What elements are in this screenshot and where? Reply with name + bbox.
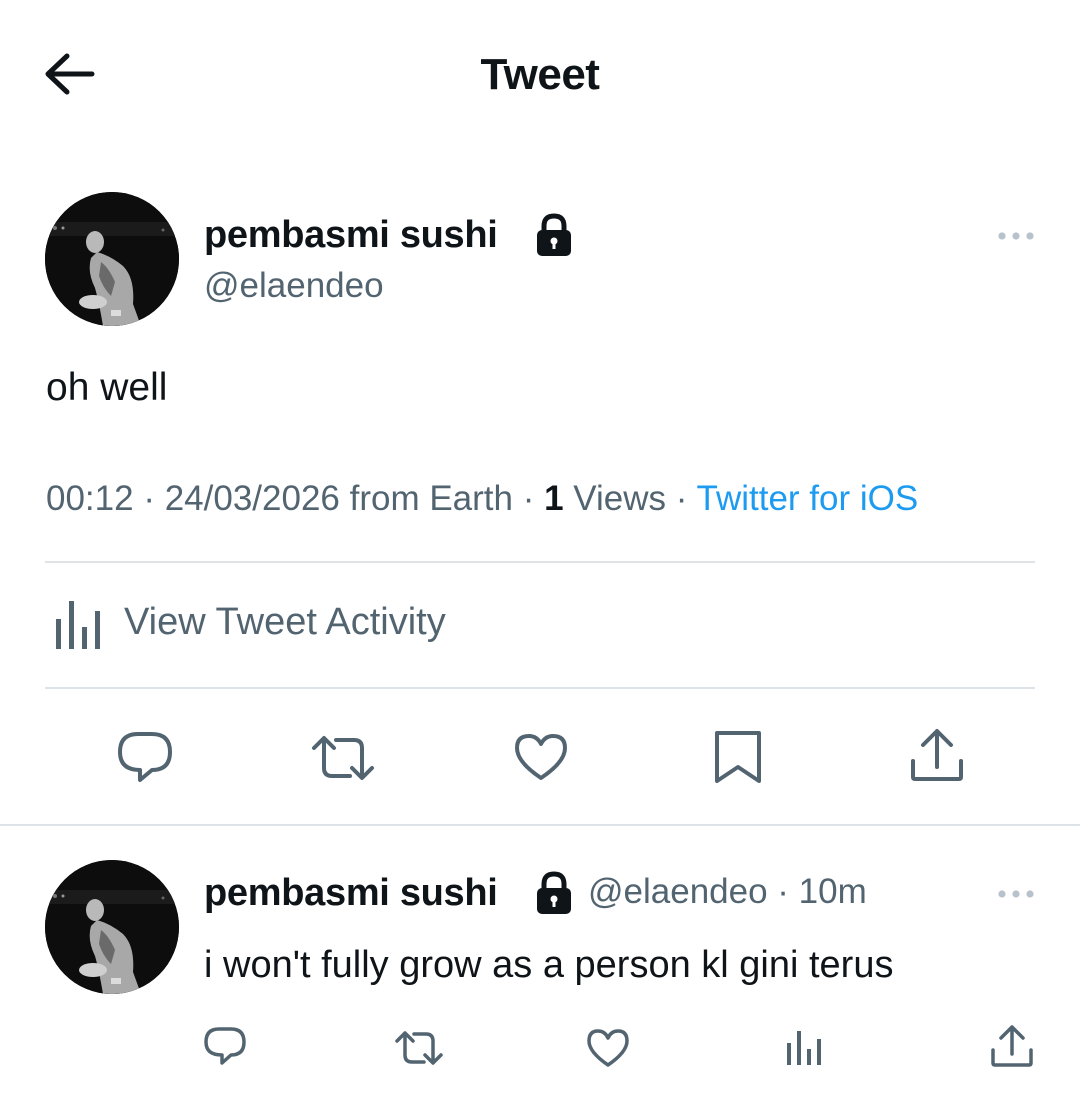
views-button[interactable]: [786, 1029, 824, 1067]
views-label: Views: [563, 479, 667, 518]
reply-author-name[interactable]: pembasmi sushi: [204, 872, 498, 915]
lock-icon: [535, 213, 573, 257]
more-horizontal-icon: [998, 890, 1034, 898]
page-title: Tweet: [480, 50, 600, 99]
avatar[interactable]: [45, 192, 179, 326]
more-horizontal-icon: [998, 232, 1034, 240]
view-tweet-activity-button[interactable]: View Tweet Activity: [46, 597, 746, 657]
avatar-image: [45, 192, 179, 326]
bookmark-button[interactable]: [713, 729, 763, 785]
like-button[interactable]: [513, 732, 569, 782]
bar-chart-icon: [56, 601, 100, 649]
share-icon: [991, 1025, 1033, 1067]
tweet-time: 00:12: [46, 479, 134, 518]
divider: [45, 561, 1035, 563]
share-button[interactable]: [909, 727, 965, 783]
avatar[interactable]: [45, 860, 179, 994]
retweet-icon: [395, 1031, 443, 1065]
like-icon: [515, 734, 567, 780]
lock-icon: [535, 871, 573, 915]
more-options-button[interactable]: [997, 226, 1037, 246]
tweet-source-link[interactable]: Twitter for iOS: [697, 479, 919, 518]
tweet-date: 24/03/2026: [164, 479, 340, 518]
author-handle[interactable]: @elaendeo: [204, 266, 384, 306]
separator: ·: [512, 479, 545, 518]
views-icon: [787, 1031, 821, 1065]
reply-text: i won't fully grow as a person kl gini t…: [204, 944, 894, 986]
activity-label: View Tweet Activity: [124, 601, 446, 643]
views-count: 1: [544, 479, 564, 518]
reply-button[interactable]: [116, 730, 174, 786]
retweet-button[interactable]: [394, 1030, 444, 1066]
like-icon: [587, 1029, 629, 1067]
reply-handle-time[interactable]: @elaendeo · 10m: [588, 872, 867, 912]
divider: [0, 824, 1080, 826]
share-button[interactable]: [990, 1024, 1034, 1068]
tweet-location: from Earth: [339, 479, 513, 518]
share-icon: [911, 729, 963, 781]
separator: ·: [133, 479, 165, 518]
reply-icon: [118, 732, 172, 782]
like-button[interactable]: [586, 1028, 630, 1068]
reply-icon: [204, 1027, 246, 1065]
tweet-metadata: 00:12 · 24/03/2026 from Earth · 1 Views …: [46, 479, 918, 519]
bookmark-icon: [715, 731, 761, 783]
separator: ·: [666, 479, 697, 518]
retweet-button[interactable]: [310, 734, 376, 782]
avatar-image: [45, 860, 179, 994]
divider: [45, 687, 1035, 689]
more-options-button[interactable]: [997, 884, 1037, 904]
reply-button[interactable]: [203, 1026, 247, 1068]
tweet-text: oh well: [46, 366, 168, 409]
retweet-icon: [312, 736, 374, 780]
author-name[interactable]: pembasmi sushi: [204, 214, 498, 257]
